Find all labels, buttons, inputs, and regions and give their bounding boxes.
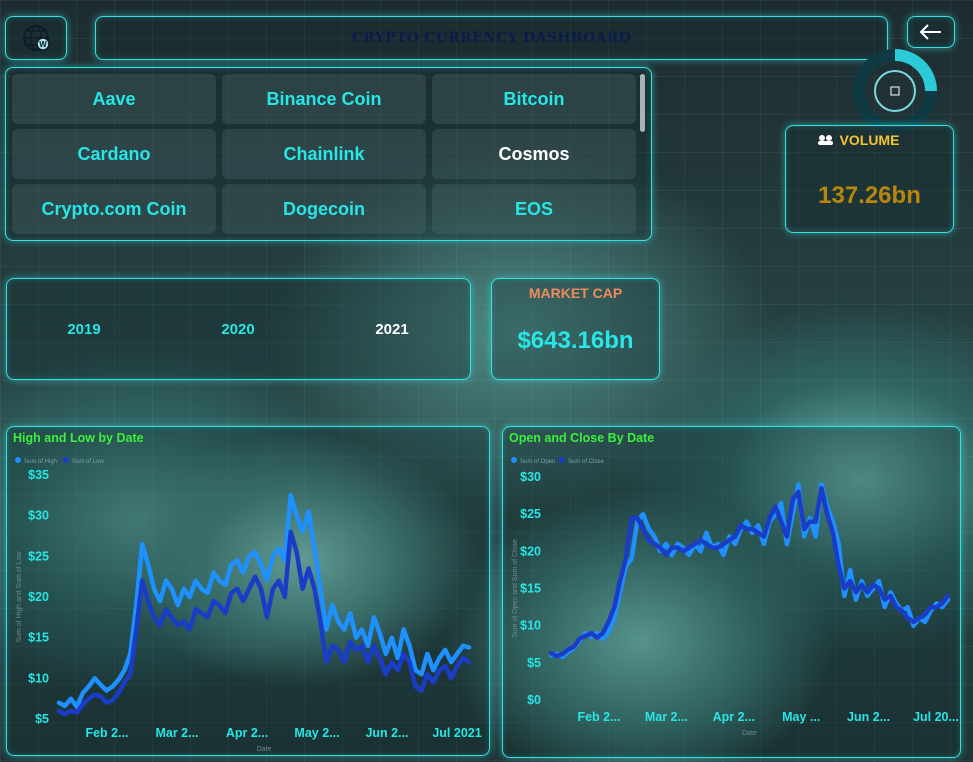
year-label: 2021 [375,320,409,338]
page-title: CRYPTO CURRENCY DASHBOARD [351,30,632,46]
y-tick-label: $15 [520,582,541,596]
coin-item-binance-coin[interactable]: Binance Coin [222,74,426,124]
legend-label: Sum of Close [568,459,605,465]
coin-item-bitcoin[interactable]: Bitcoin [432,74,636,124]
year-item-2019[interactable]: 2019 [7,279,161,379]
coin-label: Chainlink [283,143,365,164]
series-line-sum-of-low [56,529,472,717]
legend-marker [559,457,565,463]
y-tick-label: $0 [527,693,541,707]
x-tick-label: Jun 2... [847,710,890,724]
coin-item-cardano[interactable]: Cardano [12,129,216,179]
series-line-sum-of-open [548,482,951,660]
y-tick-label: $35 [28,468,49,482]
x-tick-label: Feb 2... [85,726,128,740]
legend-marker [15,457,21,463]
legend-marker [511,457,517,463]
y-tick-label: $20 [28,590,49,604]
coin-label: EOS [514,198,553,219]
logo-tile[interactable]: W [5,16,67,60]
x-tick-label: May 2... [294,726,339,740]
x-axis-label: Date [257,746,272,753]
coin-label: Dogecoin [282,198,365,219]
x-tick-label: Jul 20... [913,710,959,724]
coin-label: Bitcoin [503,88,565,109]
coin-item-cosmos[interactable]: Cosmos [432,129,636,179]
market-cap-label: MARKET CAP [528,285,623,301]
x-tick-label: Feb 2... [577,710,620,724]
coin-item-aave[interactable]: Aave [12,74,216,124]
coin-label: Binance Coin [266,88,382,109]
open-close-chart-svg: Sum of Open Sum of Close $0 $5 $10 $15 $20 $25 $… [511,457,959,737]
high-low-chart-svg: Sum of High Sum of Low $5 $10 $15 $20 $25 $30 $3… [15,457,482,753]
coin-label: Crypto.com Coin [41,198,187,219]
legend-label: Sum of Low [72,459,104,465]
x-tick-label: Jun 2... [365,726,408,740]
year-label: 2019 [67,320,101,338]
y-tick-label: $30 [520,470,541,484]
high-low-chart[interactable]: High and Low by Date Sum of High Sum of L… [6,426,490,756]
y-tick-label: $25 [520,507,541,521]
market-cap-value: $643.16bn [517,327,634,354]
year-slicer: 2019 2020 2021 [6,278,471,380]
year-label: 2020 [221,320,255,338]
x-tick-label: Jul 2021 [432,726,481,740]
y-axis-label: Sum of Open and Sum of Close [512,539,519,638]
legend-marker [63,457,69,463]
volume-label: VOLUME [839,132,900,148]
coin-slicer-scrollbar[interactable] [640,74,645,132]
coin-slicer: Aave Binance Coin Bitcoin Cardano Chainl… [5,67,652,241]
volume-value: 137.26bn [818,182,921,209]
x-tick-label: Apr 2... [713,710,755,724]
y-tick-label: $30 [28,509,49,523]
legend-label: Sum of Open [520,459,555,465]
y-tick-label: $5 [527,656,541,670]
y-tick-label: $5 [35,712,49,726]
coin-item-dogecoin[interactable]: Dogecoin [222,184,426,234]
globe-icon: W [23,25,50,51]
x-tick-label: Apr 2... [226,726,268,740]
y-tick-label: $10 [28,671,49,685]
x-tick-label: Mar 2... [645,710,688,724]
open-close-chart[interactable]: Open and Close By Date Sum of Open Sum of… [502,426,961,758]
coin-label: Aave [92,88,136,109]
y-tick-label: $10 [520,619,541,633]
volume-card: VOLUME 137.26bn [785,125,954,233]
x-tick-label: Mar 2... [155,726,198,740]
title-bar: CRYPTO CURRENCY DASHBOARD [95,16,888,60]
x-tick-label: May ... [782,710,820,724]
coin-item-eos[interactable]: EOS [432,184,636,234]
y-axis-label: Sum of High and Sum of Low [16,551,23,643]
coin-item-crypto-com-coin[interactable]: Crypto.com Coin [12,184,216,234]
market-cap-card: MARKET CAP $643.16bn [491,278,660,380]
y-tick-label: $25 [28,549,49,563]
coin-item-chainlink[interactable]: Chainlink [222,129,426,179]
svg-text:W: W [39,40,47,49]
year-item-2021[interactable]: 2021 [315,279,469,379]
year-item-2020[interactable]: 2020 [161,279,315,379]
y-tick-label: $20 [520,544,541,558]
coin-label: Cosmos [498,143,570,164]
y-tick-label: $15 [28,631,49,645]
legend-label: Sum of High [24,459,57,465]
x-axis-label: Date [742,730,757,737]
coin-label: Cardano [77,143,151,164]
